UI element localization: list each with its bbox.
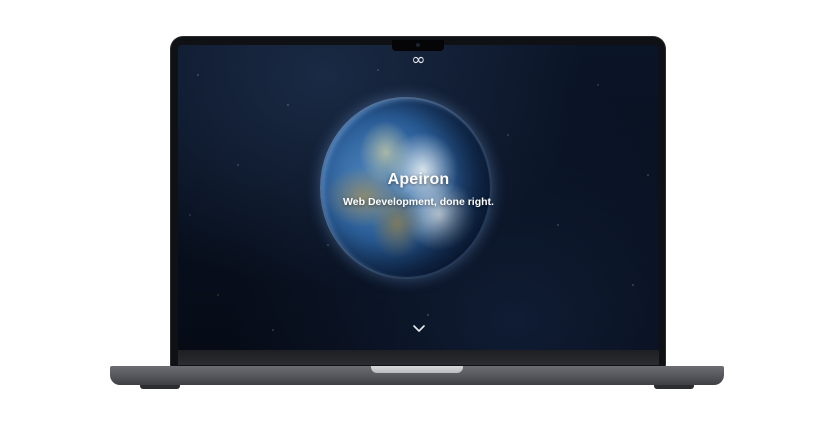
hero-subtitle: Web Development, done right. [343,196,494,208]
chevron-down-icon[interactable] [412,321,426,332]
laptop-screen: ∞ Apeiron Web Development, done right. [178,45,659,350]
camera-icon [416,43,420,47]
laptop-chin [178,350,659,365]
hero-title: Apeiron [387,171,450,188]
camera-notch [392,40,444,51]
laptop-foot-right [654,385,694,389]
laptop-mockup: ∞ Apeiron Web Development, done right. [0,0,835,429]
lid-opening-notch [371,366,463,373]
laptop-foot-left [140,385,180,389]
laptop-base [110,366,724,385]
infinity-icon[interactable]: ∞ [178,51,659,69]
